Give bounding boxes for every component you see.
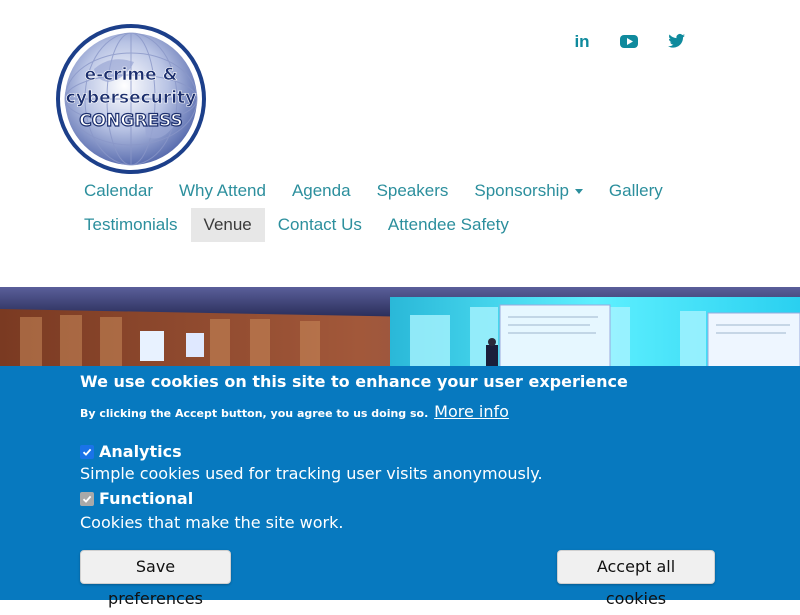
functional-checkbox xyxy=(80,491,94,506)
cookie-subtitle-row: By clicking the Accept button, you agree… xyxy=(80,402,509,421)
nav-label-venue: Venue xyxy=(203,215,252,234)
social-links: in xyxy=(570,30,688,52)
functional-option: Functional xyxy=(80,489,193,508)
cookie-consent-panel: We use cookies on this site to enhance y… xyxy=(0,366,800,608)
cookie-subtitle: By clicking the Accept button, you agree… xyxy=(80,407,429,420)
linkedin-icon[interactable]: in xyxy=(570,30,594,52)
nav-row-1: Calendar Why Attend Agenda Speakers Spon… xyxy=(71,174,691,208)
nav-item-contact-us[interactable]: Contact Us xyxy=(265,208,375,242)
nav-item-sponsorship[interactable]: Sponsorship xyxy=(461,174,596,208)
logo-line-3: CONGRESS xyxy=(79,111,183,131)
nav-item-speakers[interactable]: Speakers xyxy=(364,174,462,208)
analytics-label: Analytics xyxy=(99,442,182,461)
nav-label-attendee-safety: Attendee Safety xyxy=(387,215,509,234)
logo-line-2: cybersecurity xyxy=(66,88,197,108)
cookie-title: We use cookies on this site to enhance y… xyxy=(80,372,628,391)
nav-item-why-attend[interactable]: Why Attend xyxy=(166,174,279,208)
nav-label-testimonials: Testimonials xyxy=(84,215,178,234)
nav-item-testimonials[interactable]: Testimonials xyxy=(71,208,191,242)
nav-row-2: Testimonials Venue Contact Us Attendee S… xyxy=(71,208,691,242)
logo-line-1: e-crime & xyxy=(85,65,178,85)
more-info-link[interactable]: More info xyxy=(434,402,509,421)
functional-description: Cookies that make the site work. xyxy=(80,513,344,532)
functional-label: Functional xyxy=(99,489,194,508)
linkedin-glyph: in xyxy=(574,32,589,51)
twitter-icon[interactable] xyxy=(664,30,688,52)
analytics-option[interactable]: Analytics xyxy=(80,442,182,461)
main-nav: Calendar Why Attend Agenda Speakers Spon… xyxy=(71,174,691,242)
nav-label-why-attend: Why Attend xyxy=(179,181,266,200)
save-preferences-button[interactable]: Save preferences xyxy=(80,550,231,608)
accept-all-cookies-button[interactable]: Accept all cookies xyxy=(557,550,715,608)
nav-label-agenda: Agenda xyxy=(291,181,351,200)
nav-item-agenda[interactable]: Agenda xyxy=(279,174,364,208)
chevron-down-icon xyxy=(574,189,583,195)
nav-item-gallery[interactable]: Gallery xyxy=(596,174,676,208)
analytics-description: Simple cookies used for tracking user vi… xyxy=(80,464,543,483)
nav-label-gallery: Gallery xyxy=(608,181,663,200)
nav-label-sponsorship: Sponsorship xyxy=(474,181,569,200)
site-logo[interactable]: e-crime & cybersecurity CONGRESS xyxy=(56,24,206,174)
nav-item-calendar[interactable]: Calendar xyxy=(71,174,166,208)
youtube-icon[interactable] xyxy=(617,30,641,52)
nav-item-attendee-safety[interactable]: Attendee Safety xyxy=(375,208,522,242)
venue-banner-image xyxy=(0,287,800,367)
nav-item-venue[interactable]: Venue xyxy=(190,208,265,242)
nav-label-calendar: Calendar xyxy=(84,181,153,200)
analytics-checkbox[interactable] xyxy=(80,444,94,459)
nav-label-contact-us: Contact Us xyxy=(277,215,362,234)
nav-label-speakers: Speakers xyxy=(376,181,449,200)
